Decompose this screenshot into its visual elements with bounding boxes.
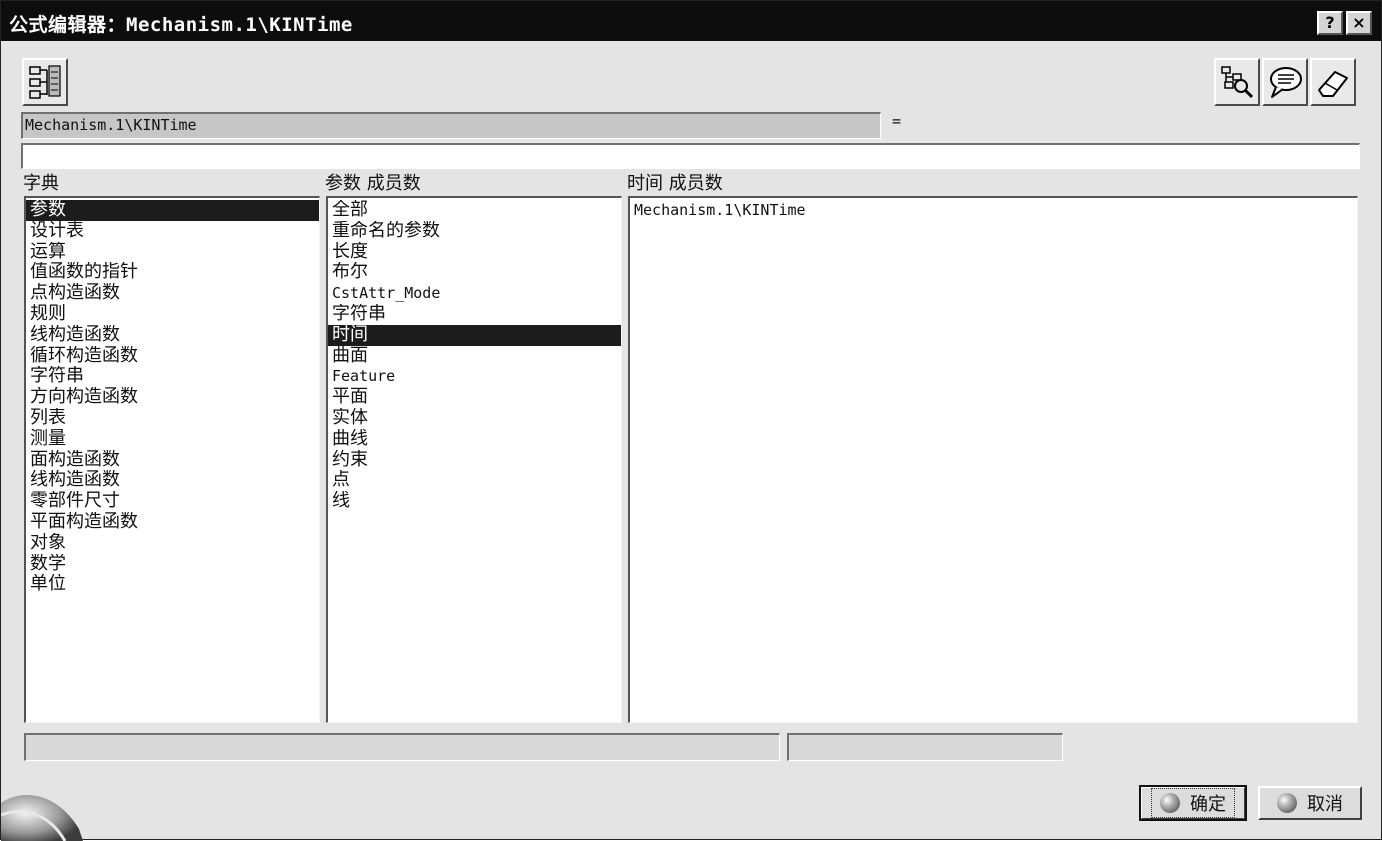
dictionary-list-item[interactable]: 单位 (26, 574, 319, 595)
dictionary-list-item[interactable]: 点构造函数 (26, 283, 319, 304)
dictionary-label: 字典 (23, 173, 59, 194)
dictionary-list-item[interactable]: 值函数的指针 (26, 262, 319, 283)
members-list-item[interactable]: 点 (328, 470, 621, 491)
dictionary-list-item[interactable]: 面构造函数 (26, 450, 319, 471)
members-list-item[interactable]: 长度 (328, 242, 621, 263)
equals-sign: = (892, 112, 902, 130)
status-info-field (787, 733, 1063, 761)
members-list-item[interactable]: CstAttr_Mode (328, 283, 621, 304)
cancel-ball-icon (1277, 793, 1297, 813)
values-list[interactable]: Mechanism.1\KINTime (628, 196, 1358, 723)
values-list-item[interactable]: Mechanism.1\KINTime (630, 200, 1357, 221)
dictionary-list-item[interactable]: 对象 (26, 533, 319, 554)
dictionary-list-item[interactable]: 列表 (26, 408, 319, 429)
dictionary-list-item[interactable]: 线构造函数 (26, 325, 319, 346)
dictionary-list[interactable]: 参数 设计表 运算 值函数的指针 点构造函数 规则 线构造函数 循环构造函数 字符串 方向构造函数… (24, 196, 320, 723)
ok-button[interactable]: 确定 (1139, 785, 1247, 821)
members-list-item[interactable]: 平面 (328, 387, 621, 408)
members-list[interactable]: 全部 重命名的参数 长度 布尔 CstAttr_Mode 字符串 时间 曲面 Feature 平面… (326, 196, 622, 723)
dictionary-tree-button[interactable] (22, 58, 68, 106)
members-list-item[interactable]: Feature (328, 366, 621, 387)
dictionary-list-item[interactable]: 数学 (26, 554, 319, 575)
corner-decoration-icon (1, 795, 83, 841)
dictionary-list-item[interactable]: 运算 (26, 242, 319, 263)
dictionary-list-item[interactable]: 零部件尺寸 (26, 491, 319, 512)
formula-editor-window: 公式编辑器：Mechanism.1\KINTime ? × Mechanism.… (0, 0, 1382, 841)
members-list-item[interactable]: 曲线 (328, 429, 621, 450)
members-list-item[interactable]: 布尔 (328, 262, 621, 283)
ok-ball-icon (1160, 793, 1180, 813)
comment-button[interactable] (1262, 58, 1308, 106)
dictionary-tree-icon (29, 65, 61, 99)
dictionary-list-item[interactable]: 设计表 (26, 221, 319, 242)
dictionary-list-item[interactable]: 方向构造函数 (26, 387, 319, 408)
formula-input[interactable] (21, 143, 1360, 169)
status-message-field (24, 733, 780, 761)
parameter-name-field: Mechanism.1\KINTime (21, 112, 881, 139)
title-bar[interactable]: 公式编辑器：Mechanism.1\KINTime ? × (1, 1, 1381, 41)
dictionary-list-item[interactable]: 参数 (26, 200, 319, 221)
search-tree-icon (1221, 66, 1254, 99)
members-list-item[interactable]: 字符串 (328, 304, 621, 325)
window-title: 公式编辑器：Mechanism.1\KINTime (9, 14, 353, 36)
values-label: 时间 成员数 (627, 173, 723, 194)
cancel-button-label: 取消 (1307, 794, 1343, 815)
members-list-item[interactable]: 全部 (328, 200, 621, 221)
dictionary-list-item[interactable]: 循环构造函数 (26, 346, 319, 367)
search-tree-button[interactable] (1214, 58, 1260, 106)
close-button[interactable]: × (1346, 11, 1372, 35)
help-button[interactable]: ? (1317, 11, 1343, 35)
members-list-item[interactable]: 实体 (328, 408, 621, 429)
members-label: 参数 成员数 (325, 173, 421, 194)
members-list-item[interactable]: 重命名的参数 (328, 221, 621, 242)
cancel-button[interactable]: 取消 (1258, 786, 1362, 820)
members-list-item[interactable]: 曲面 (328, 346, 621, 367)
speech-bubble-icon (1270, 67, 1302, 98)
members-list-item[interactable]: 约束 (328, 450, 621, 471)
dictionary-list-item[interactable]: 规则 (26, 304, 319, 325)
dictionary-list-item[interactable]: 平面构造函数 (26, 512, 319, 533)
dictionary-list-item[interactable]: 测量 (26, 429, 319, 450)
dictionary-list-item[interactable]: 线构造函数 (26, 470, 319, 491)
eraser-button[interactable] (1310, 58, 1356, 106)
members-list-item[interactable]: 线 (328, 491, 621, 512)
eraser-icon (1318, 71, 1348, 97)
members-list-item[interactable]: 时间 (328, 324, 621, 346)
dictionary-list-item[interactable]: 字符串 (26, 366, 319, 387)
ok-button-label: 确定 (1190, 794, 1226, 815)
ok-button-focus: 确定 (1151, 788, 1235, 818)
